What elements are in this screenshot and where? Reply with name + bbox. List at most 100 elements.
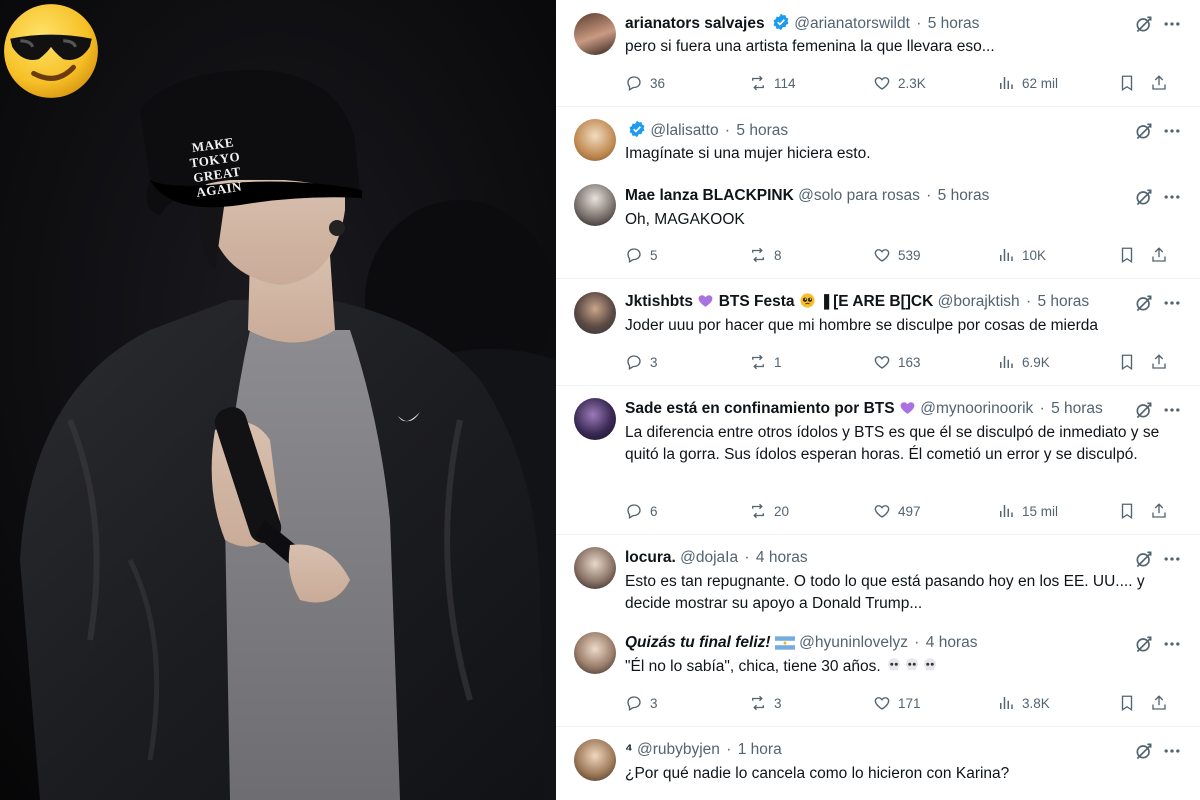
timestamp[interactable]: 4 horas: [756, 549, 808, 566]
views-button[interactable]: 3.8K: [997, 693, 1050, 713]
more-options-icon[interactable]: [1162, 741, 1182, 761]
reply-button[interactable]: 6: [625, 501, 658, 521]
like-button[interactable]: 2.3K: [873, 73, 926, 93]
timestamp[interactable]: 5 horas: [928, 15, 980, 32]
repost-count: 20: [774, 503, 790, 519]
bookmark-button[interactable]: [1118, 501, 1136, 521]
views-count: 15 mil: [1022, 503, 1059, 519]
reply-item[interactable]: Mae lanza BLACKPINK @solo para rosas · 5…: [556, 173, 1200, 279]
reply-item[interactable]: arianators salvajes @arianatorswildt · 5…: [556, 0, 1200, 107]
reply-button[interactable]: 36: [625, 73, 665, 93]
more-options-icon[interactable]: [1162, 187, 1182, 207]
reply-button[interactable]: 5: [625, 245, 658, 265]
grok-icon[interactable]: [1134, 14, 1154, 34]
more-options-icon[interactable]: [1162, 549, 1182, 569]
reply-button[interactable]: 3: [625, 352, 658, 372]
timestamp[interactable]: 5 horas: [1051, 400, 1103, 417]
replies-feed[interactable]: arianators salvajes @arianatorswildt · 5…: [556, 0, 1200, 800]
grok-icon[interactable]: [1134, 549, 1154, 569]
reply-item[interactable]: locura. @dojaIa · 4 horas Esto es tan re…: [556, 535, 1200, 619]
reply-header: @lalisatto · 5 horas: [625, 120, 1130, 140]
avatar[interactable]: [574, 119, 616, 161]
reply-count: 3: [650, 695, 658, 711]
views-button[interactable]: 6.9K: [997, 352, 1050, 372]
grok-icon[interactable]: [1134, 741, 1154, 761]
display-name[interactable]: Sade está en confinamiento por BTS: [625, 400, 895, 417]
grok-icon[interactable]: [1134, 634, 1154, 654]
avatar[interactable]: [574, 292, 616, 334]
display-name[interactable]: locura.: [625, 549, 676, 566]
user-handle[interactable]: @rubybyjen: [637, 741, 720, 758]
timestamp[interactable]: 5 horas: [938, 187, 990, 204]
reply-item[interactable]: Quizás tu final feliz! @hyuninlovelyz · …: [556, 620, 1200, 727]
like-button[interactable]: 497: [873, 501, 921, 521]
display-name[interactable]: Mae lanza BLACKPINK: [625, 187, 794, 204]
display-name[interactable]: Quizás tu final feliz!: [625, 634, 771, 651]
avatar[interactable]: [574, 547, 616, 589]
more-options-icon[interactable]: [1162, 634, 1182, 654]
user-handle[interactable]: @mynoorinoorik: [920, 400, 1033, 417]
separator-dot: ·: [724, 122, 731, 139]
share-button[interactable]: [1150, 73, 1168, 93]
avatar[interactable]: [574, 13, 616, 55]
like-button[interactable]: 163: [873, 352, 921, 372]
avatar[interactable]: [574, 739, 616, 781]
share-button[interactable]: [1150, 693, 1168, 713]
repost-button[interactable]: 1: [749, 352, 782, 372]
display-name-part[interactable]: ❚[E ARE B[]CK: [820, 293, 933, 310]
bookmark-button[interactable]: [1118, 73, 1136, 93]
display-name[interactable]: arianators salvajes: [625, 15, 765, 32]
reply-item[interactable]: Sade está en confinamiento por BTS @myno…: [556, 386, 1200, 535]
bookmark-button[interactable]: [1118, 693, 1136, 713]
avatar[interactable]: [574, 398, 616, 440]
views-button[interactable]: 62 mil: [997, 73, 1058, 93]
avatar[interactable]: [574, 632, 616, 674]
repost-button[interactable]: 114: [749, 73, 796, 93]
grok-icon[interactable]: [1134, 187, 1154, 207]
like-button[interactable]: 171: [873, 693, 921, 713]
user-handle[interactable]: @dojaIa: [680, 549, 738, 566]
bookmark-button[interactable]: [1118, 245, 1136, 265]
repost-button[interactable]: 3: [749, 693, 782, 713]
timestamp[interactable]: 4 horas: [926, 634, 978, 651]
like-button[interactable]: 539: [873, 245, 921, 265]
reply-button[interactable]: 3: [625, 693, 658, 713]
more-options-icon[interactable]: [1162, 14, 1182, 34]
avatar[interactable]: [574, 184, 616, 226]
user-handle[interactable]: @solo para rosas: [798, 187, 920, 204]
reply-item[interactable]: ⁴ @rubybyjen · 1 hora ¿Por qué nadie lo …: [556, 727, 1200, 800]
timestamp[interactable]: 5 horas: [1037, 293, 1089, 310]
more-options-icon[interactable]: [1162, 400, 1182, 420]
bookmark-icon: [1121, 695, 1133, 712]
views-button[interactable]: 15 mil: [997, 501, 1058, 521]
user-handle[interactable]: @arianatorswildt: [794, 15, 910, 32]
user-handle[interactable]: @hyuninlovelyz: [799, 634, 908, 651]
grok-icon[interactable]: [1134, 400, 1154, 420]
user-handle[interactable]: @borajktish: [938, 293, 1020, 310]
reply-text: Oh, MAGAKOOK: [625, 211, 745, 228]
repost-button[interactable]: 8: [749, 245, 782, 265]
display-name-part[interactable]: BTS Festa: [719, 293, 795, 310]
display-name[interactable]: ⁴: [625, 741, 633, 758]
share-button[interactable]: [1150, 352, 1168, 372]
action-bar: 3 1 163 6.9K: [625, 352, 1175, 372]
more-options-icon[interactable]: [1162, 121, 1182, 141]
user-handle[interactable]: @lalisatto: [650, 122, 718, 139]
grok-icon[interactable]: [1134, 121, 1154, 141]
skull-icon: [888, 658, 901, 671]
timestamp[interactable]: 5 horas: [736, 122, 788, 139]
embedded-photo[interactable]: MAKE TOKYO GREAT AGAIN: [0, 0, 556, 800]
bookmark-button[interactable]: [1118, 352, 1136, 372]
views-button[interactable]: 10K: [997, 245, 1046, 265]
repost-button[interactable]: 20: [749, 501, 789, 521]
timestamp[interactable]: 1 hora: [738, 741, 782, 758]
grok-icon[interactable]: [1134, 293, 1154, 313]
share-button[interactable]: [1150, 245, 1168, 265]
heart-icon: [874, 356, 890, 369]
share-button[interactable]: [1150, 501, 1168, 521]
reply-item[interactable]: Jktishbts BTS Festa ❚[E ARE B[]CK @boraj…: [556, 279, 1200, 386]
pleading-face-icon: [800, 293, 815, 308]
display-name[interactable]: Jktishbts: [625, 293, 693, 310]
reply-item[interactable]: @lalisatto · 5 horas Imagínate si una mu…: [556, 107, 1200, 173]
more-options-icon[interactable]: [1162, 293, 1182, 313]
